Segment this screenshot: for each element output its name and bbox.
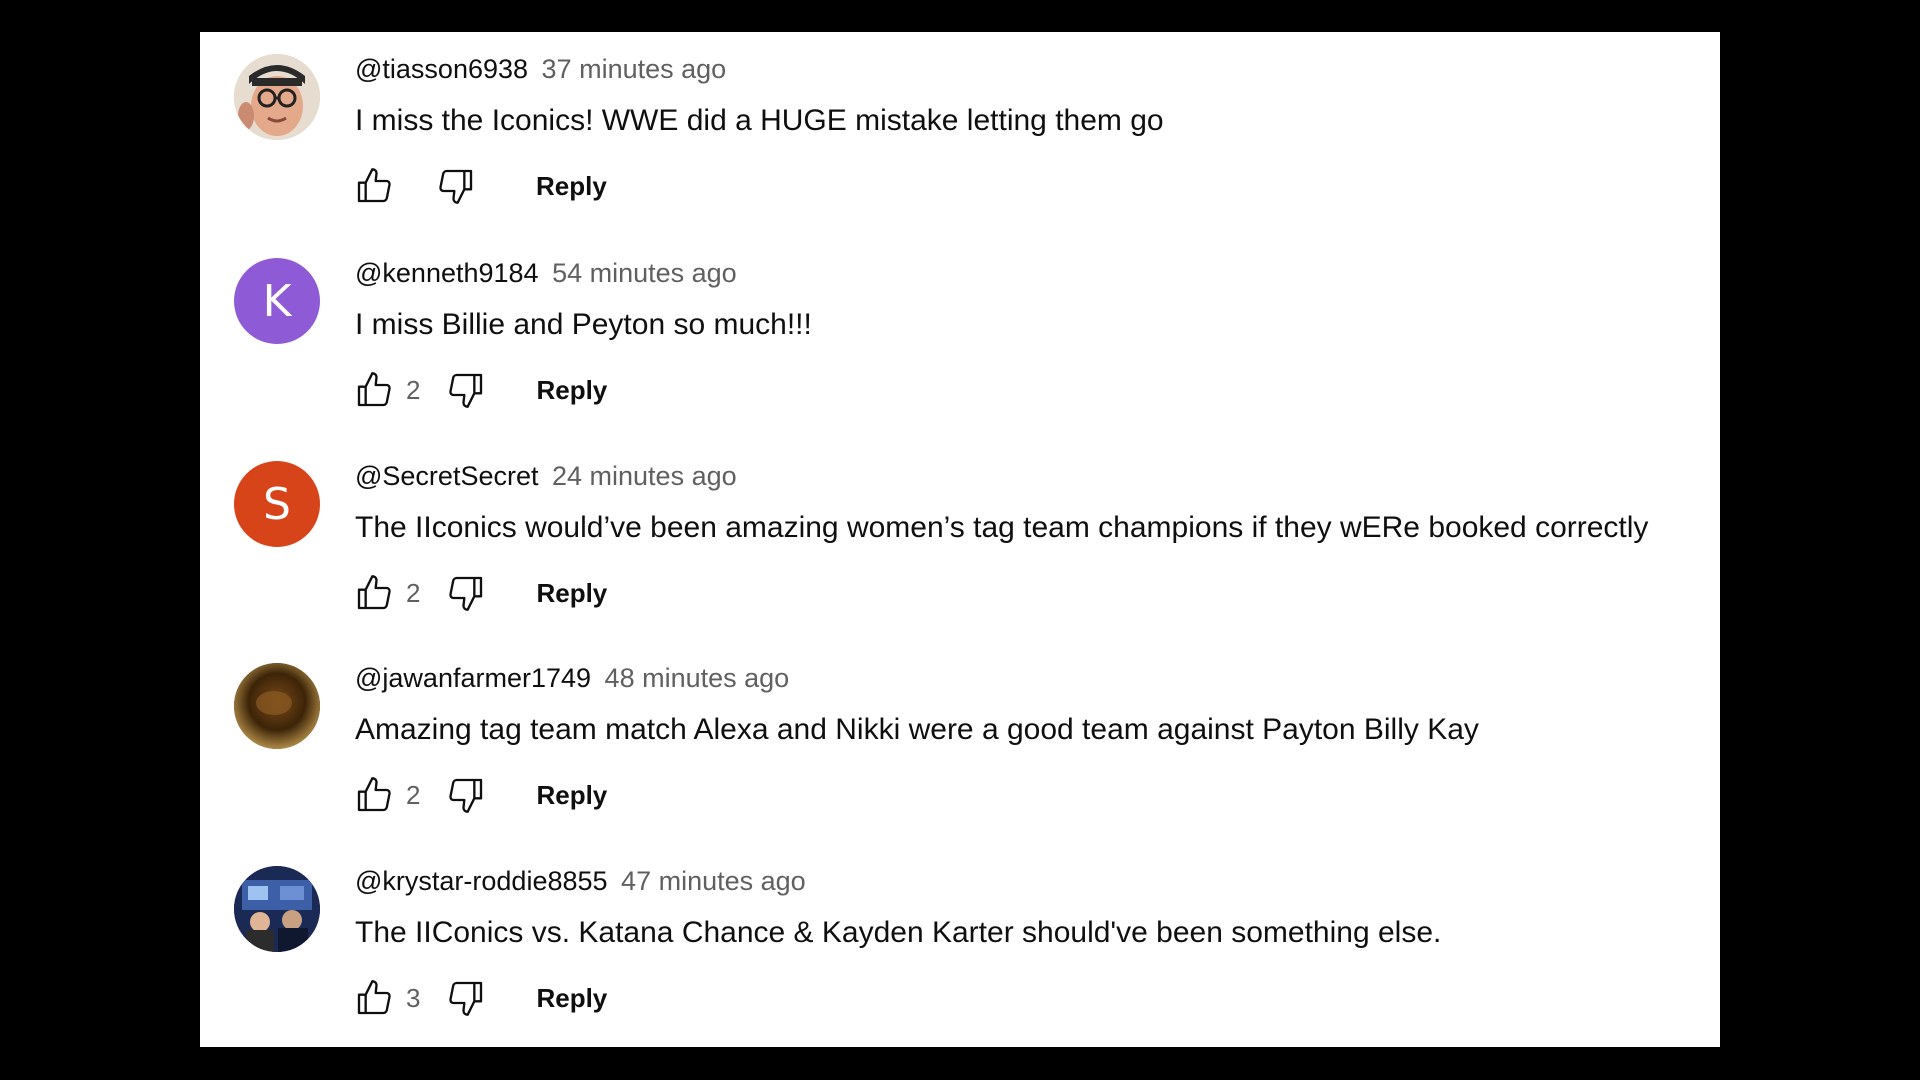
thumbs-up-icon bbox=[357, 777, 391, 812]
comment-item: @tiasson6938 37 minutes ago I miss the I… bbox=[200, 32, 1720, 232]
comment-time[interactable]: 48 minutes ago bbox=[605, 663, 790, 693]
like-button[interactable] bbox=[352, 164, 396, 208]
like-button[interactable] bbox=[352, 571, 396, 615]
comment-item: @jawanfarmer1749 48 minutes ago Amazing … bbox=[200, 641, 1720, 841]
comment-header: @SecretSecret 24 minutes ago bbox=[355, 459, 737, 493]
dark-brown-photo bbox=[234, 663, 320, 749]
like-count: 2 bbox=[406, 779, 421, 810]
thumbs-down-icon bbox=[449, 981, 483, 1016]
comment-author[interactable]: @tiasson6938 bbox=[355, 54, 528, 84]
dislike-button[interactable] bbox=[444, 976, 488, 1020]
thumbs-down-icon bbox=[449, 373, 483, 408]
person-with-glasses-photo bbox=[234, 54, 320, 140]
comment-header: @kenneth9184 54 minutes ago bbox=[355, 256, 737, 290]
comment-actions: 3 Reply bbox=[352, 976, 607, 1020]
comment-time[interactable]: 47 minutes ago bbox=[621, 866, 806, 896]
comment-actions: 2 Reply bbox=[352, 368, 607, 412]
like-button[interactable] bbox=[352, 368, 396, 412]
comment-item: S @SecretSecret 24 minutes ago The IIcon… bbox=[200, 439, 1720, 639]
thumbs-up-icon bbox=[357, 372, 391, 407]
comment-header: @krystar-roddie8855 47 minutes ago bbox=[355, 864, 806, 898]
like-button[interactable] bbox=[352, 773, 396, 817]
comment-header: @jawanfarmer1749 48 minutes ago bbox=[355, 661, 789, 695]
reply-button[interactable]: Reply bbox=[536, 578, 607, 609]
avatar[interactable] bbox=[234, 663, 320, 749]
thumbs-up-icon bbox=[357, 575, 391, 610]
comment-author[interactable]: @krystar-roddie8855 bbox=[355, 866, 608, 896]
comment-text: The IIconics would’ve been amazing women… bbox=[355, 511, 1649, 544]
comment-actions: 2 Reply bbox=[352, 773, 607, 817]
avatar-letter: K bbox=[262, 275, 292, 327]
comment-item: @krystar-roddie8855 47 minutes ago The I… bbox=[200, 844, 1720, 1044]
like-count: 3 bbox=[406, 982, 421, 1013]
dislike-button[interactable] bbox=[444, 368, 488, 412]
comment-author[interactable]: @jawanfarmer1749 bbox=[355, 663, 591, 693]
thumbs-down-icon bbox=[439, 169, 473, 204]
comment-text: I miss Billie and Peyton so much!!! bbox=[355, 308, 812, 341]
comment-text: Amazing tag team match Alexa and Nikki w… bbox=[355, 713, 1479, 746]
comment-time[interactable]: 54 minutes ago bbox=[552, 258, 737, 288]
comment-header: @tiasson6938 37 minutes ago bbox=[355, 52, 726, 86]
comment-actions: Reply bbox=[352, 164, 607, 208]
comment-text: The IIConics vs. Katana Chance & Kayden … bbox=[355, 916, 1442, 949]
avatar[interactable] bbox=[234, 54, 320, 140]
comment-time[interactable]: 37 minutes ago bbox=[542, 54, 727, 84]
like-count: 2 bbox=[406, 577, 421, 608]
group-photo bbox=[234, 866, 320, 952]
comment-text: I miss the Iconics! WWE did a HUGE mista… bbox=[355, 104, 1164, 137]
reply-button[interactable]: Reply bbox=[536, 983, 607, 1014]
comment-time[interactable]: 24 minutes ago bbox=[552, 461, 737, 491]
reply-button[interactable]: Reply bbox=[536, 375, 607, 406]
thumbs-up-icon bbox=[357, 168, 391, 203]
avatar[interactable]: S bbox=[234, 461, 320, 547]
like-count: 2 bbox=[406, 374, 421, 405]
thumbs-down-icon bbox=[449, 576, 483, 611]
reply-button[interactable]: Reply bbox=[536, 171, 607, 202]
comments-panel: @tiasson6938 37 minutes ago I miss the I… bbox=[200, 32, 1720, 1047]
avatar[interactable]: K bbox=[234, 258, 320, 344]
thumbs-up-icon bbox=[357, 980, 391, 1015]
comment-author[interactable]: @kenneth9184 bbox=[355, 258, 539, 288]
comment-actions: 2 Reply bbox=[352, 571, 607, 615]
comment-item: K @kenneth9184 54 minutes ago I miss Bil… bbox=[200, 236, 1720, 436]
dislike-button[interactable] bbox=[444, 571, 488, 615]
dislike-button[interactable] bbox=[444, 773, 488, 817]
like-button[interactable] bbox=[352, 976, 396, 1020]
dislike-button[interactable] bbox=[434, 164, 478, 208]
comment-author[interactable]: @SecretSecret bbox=[355, 461, 538, 491]
avatar[interactable] bbox=[234, 866, 320, 952]
avatar-letter: S bbox=[263, 478, 291, 530]
thumbs-down-icon bbox=[449, 778, 483, 813]
reply-button[interactable]: Reply bbox=[536, 780, 607, 811]
